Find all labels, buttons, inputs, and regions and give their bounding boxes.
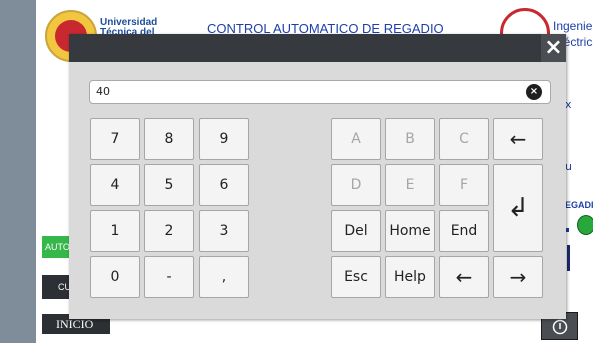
enter-key[interactable]: ↲ [493,164,543,252]
key-4[interactable]: 4 [90,164,140,206]
clear-input-icon[interactable]: × [526,84,542,100]
side-label-regadio: EGADI [565,200,593,210]
key-7[interactable]: 7 [90,118,140,160]
key-esc[interactable]: Esc [331,256,381,298]
indicator-bar [567,245,570,271]
key-e[interactable]: E [385,164,435,206]
key-8[interactable]: 8 [144,118,194,160]
key-6[interactable]: 6 [199,164,249,206]
status-led-icon [577,215,593,235]
close-icon[interactable]: × [541,34,566,62]
key-home[interactable]: Home [385,210,435,252]
arrow-left-key[interactable]: ← [439,256,489,298]
keyboard-dialog: × 40 × 7 8 9 4 5 6 1 2 3 0 - , A B C ← D… [69,34,566,319]
key-del[interactable]: Del [331,210,381,252]
key-0[interactable]: 0 [90,256,140,298]
arrow-right-key[interactable]: → [493,256,543,298]
power-icon [552,319,567,334]
backspace-key[interactable]: ← [493,118,543,160]
key-help[interactable]: Help [385,256,435,298]
key-a[interactable]: A [331,118,381,160]
key-9[interactable]: 9 [199,118,249,160]
left-strip [0,0,36,343]
key-1[interactable]: 1 [90,210,140,252]
keyboard-input-field[interactable]: 40 [89,80,551,104]
key-2[interactable]: 2 [144,210,194,252]
key-b[interactable]: B [385,118,435,160]
key-c[interactable]: C [439,118,489,160]
dialog-titlebar [69,34,566,62]
key-minus[interactable]: - [144,256,194,298]
key-end[interactable]: End [439,210,489,252]
key-f[interactable]: F [439,164,489,206]
key-d[interactable]: D [331,164,381,206]
side-label-u: u [565,160,572,173]
key-comma[interactable]: , [199,256,249,298]
key-5[interactable]: 5 [144,164,194,206]
key-3[interactable]: 3 [199,210,249,252]
